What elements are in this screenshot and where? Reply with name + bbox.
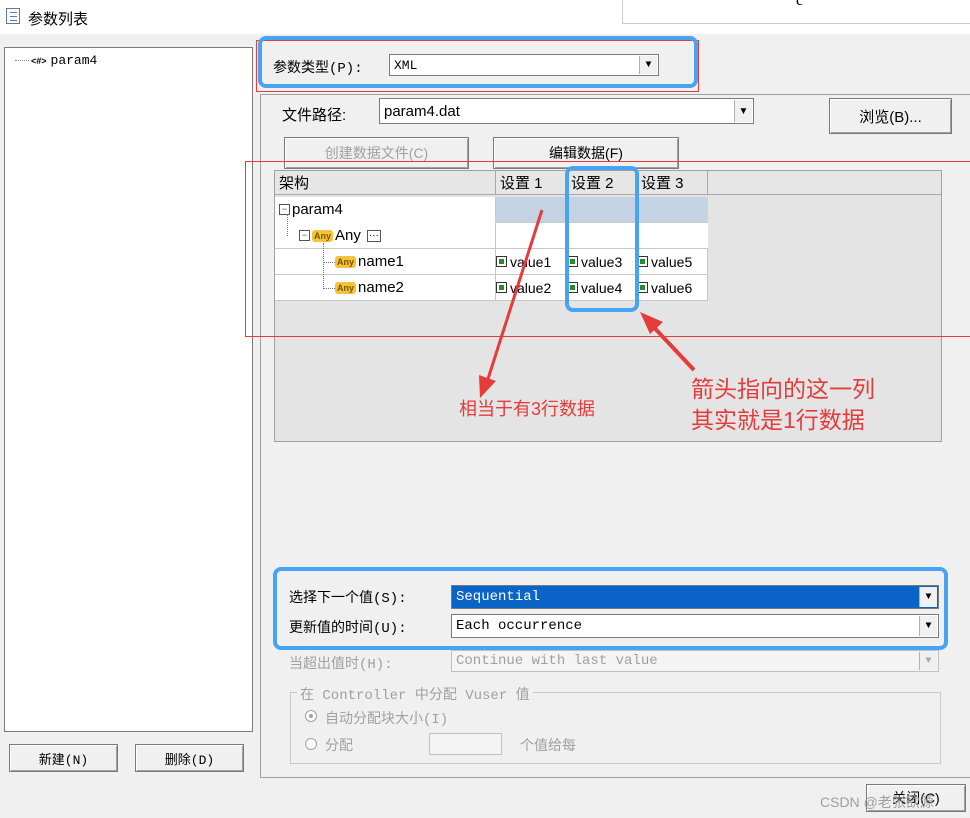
- allocate-count-input[interactable]: [429, 733, 502, 755]
- update-value-label: 更新值的时间(U):: [289, 621, 407, 637]
- select-next-select[interactable]: Sequential ▼: [451, 585, 939, 609]
- auto-allocate-radio[interactable]: [305, 710, 317, 722]
- update-value-value: Each occurrence: [456, 618, 583, 634]
- annotation-right-note-2: 其实就是1行数据: [691, 407, 865, 433]
- annotation-left-note: 相当于有3行数据: [459, 399, 596, 419]
- chevron-down-icon[interactable]: ▼: [919, 652, 937, 670]
- chevron-down-icon[interactable]: ▼: [919, 616, 937, 636]
- auto-allocate-label: 自动分配块大小(I): [325, 712, 449, 728]
- when-out-label: 当超出值时(H):: [289, 657, 393, 673]
- allocate-radio[interactable]: [305, 738, 317, 750]
- allocate-suffix: 个值给每: [520, 737, 576, 753]
- when-out-select[interactable]: Continue with last value ▼: [451, 650, 939, 672]
- arrow-left: [485, 209, 544, 383]
- select-next-label: 选择下一个值(S):: [289, 591, 407, 607]
- update-value-select[interactable]: Each occurrence ▼: [451, 614, 939, 638]
- when-out-value: Continue with last value: [456, 653, 658, 669]
- controller-legend: 在 Controller 中分配 Vuser 值: [297, 684, 533, 704]
- watermark: CSDN @老张欲源: [820, 794, 934, 810]
- chevron-down-icon[interactable]: ▼: [919, 587, 937, 607]
- allocate-label: 分配: [325, 739, 353, 755]
- annotation-right-note-1: 箭头指向的这一列: [691, 376, 875, 402]
- select-next-value: Sequential: [456, 589, 541, 605]
